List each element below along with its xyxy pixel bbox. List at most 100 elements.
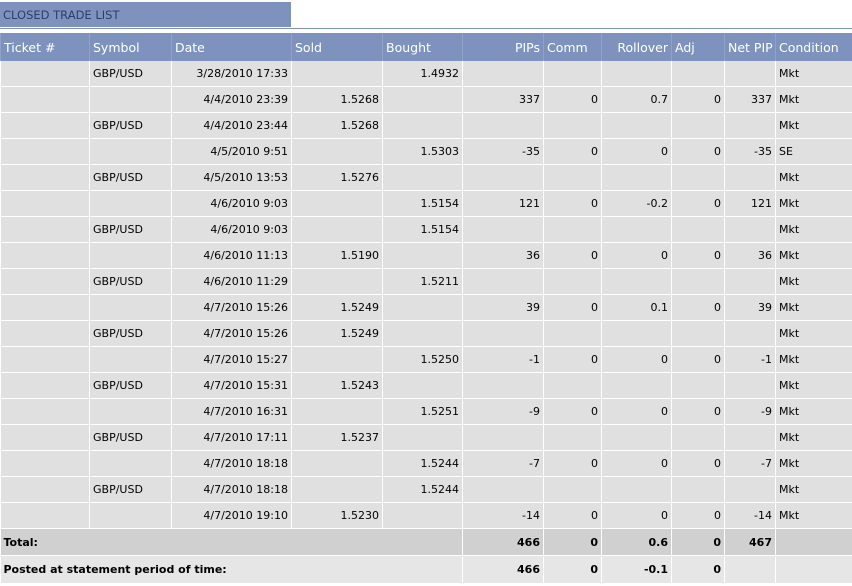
date-cell: 4/4/2010 23:44 xyxy=(171,112,292,139)
table-row[interactable]: 4/7/2010 19:10 1.5230 -14 0 0 0 -14 Mkt xyxy=(0,502,852,529)
table-row[interactable]: 4/7/2010 15:27 1.5250 -1 0 0 0 -1 Mkt xyxy=(0,346,852,373)
bought-cell: 1.5250 xyxy=(382,346,463,373)
adj-cell: 0 xyxy=(671,190,725,217)
adj-cell xyxy=(671,320,725,347)
rollover-cell: 0 xyxy=(601,502,672,529)
column-header-symbol[interactable]: Symbol xyxy=(89,33,172,61)
comm-cell xyxy=(543,112,602,139)
rollover-cell xyxy=(601,112,672,139)
table-row[interactable]: GBP/USD 4/6/2010 9:03 1.5154 Mkt xyxy=(0,216,852,243)
net-pip-cell: 36 xyxy=(724,242,776,269)
net-pip-cell: 337 xyxy=(724,86,776,113)
table-row[interactable]: GBP/USD 4/5/2010 13:53 1.5276 Mkt xyxy=(0,164,852,191)
date-cell: 4/6/2010 9:03 xyxy=(171,190,292,217)
bought-cell xyxy=(382,112,463,139)
ticket-cell xyxy=(0,86,90,113)
pips-cell: 36 xyxy=(462,242,544,269)
comm-cell: 0 xyxy=(543,190,602,217)
total-label: Total: xyxy=(0,528,463,556)
pips-cell: -14 xyxy=(462,502,544,529)
pips-cell: 121 xyxy=(462,190,544,217)
comm-cell xyxy=(543,372,602,399)
symbol-cell: GBP/USD xyxy=(89,424,172,451)
page-title: CLOSED TRADE LIST xyxy=(0,2,291,27)
table-row[interactable]: GBP/USD 4/7/2010 15:26 1.5249 Mkt xyxy=(0,320,852,347)
condition-cell: Mkt xyxy=(775,424,852,451)
symbol-cell: GBP/USD xyxy=(89,268,172,295)
ticket-cell xyxy=(0,268,90,295)
comm-cell: 0 xyxy=(543,294,602,321)
date-cell: 4/7/2010 15:26 xyxy=(171,294,292,321)
net-pip-cell xyxy=(724,268,776,295)
symbol-cell: GBP/USD xyxy=(89,112,172,139)
adj-cell xyxy=(671,424,725,451)
sold-cell: 1.5190 xyxy=(291,242,383,269)
pips-cell xyxy=(462,216,544,243)
net-pip-cell xyxy=(724,320,776,347)
posted-net-pip xyxy=(724,555,776,584)
adj-cell xyxy=(671,216,725,243)
pips-cell xyxy=(462,268,544,295)
table-row[interactable]: GBP/USD 4/7/2010 17:11 1.5237 Mkt xyxy=(0,424,852,451)
column-header-rollover[interactable]: Rollover xyxy=(601,33,672,61)
adj-cell xyxy=(671,476,725,503)
rollover-cell xyxy=(601,164,672,191)
table-row[interactable]: 4/7/2010 15:26 1.5249 39 0 0.1 0 39 Mkt xyxy=(0,294,852,321)
column-header-condition[interactable]: Condition xyxy=(775,33,852,61)
sold-cell xyxy=(291,216,383,243)
table-row[interactable]: GBP/USD 4/7/2010 15:31 1.5243 Mkt xyxy=(0,372,852,399)
bought-cell xyxy=(382,164,463,191)
column-header-date[interactable]: Date xyxy=(171,33,292,61)
symbol-cell xyxy=(89,450,172,477)
comm-cell xyxy=(543,320,602,347)
condition-cell: Mkt xyxy=(775,502,852,529)
ticket-cell xyxy=(0,502,90,529)
posted-label: Posted at statement period of time: xyxy=(0,555,463,584)
table-row[interactable]: 4/7/2010 16:31 1.5251 -9 0 0 0 -9 Mkt xyxy=(0,398,852,425)
bought-cell: 1.4932 xyxy=(382,61,463,87)
sold-cell: 1.5230 xyxy=(291,502,383,529)
symbol-cell: GBP/USD xyxy=(89,372,172,399)
table-row[interactable]: 4/4/2010 23:39 1.5268 337 0 0.7 0 337 Mkt xyxy=(0,86,852,113)
table-row[interactable]: 4/6/2010 9:03 1.5154 121 0 -0.2 0 121 Mkt xyxy=(0,190,852,217)
column-header-bought[interactable]: Bought xyxy=(382,33,463,61)
comm-cell: 0 xyxy=(543,398,602,425)
table-row[interactable]: GBP/USD 3/28/2010 17:33 1.4932 Mkt xyxy=(0,61,852,87)
bought-cell: 1.5154 xyxy=(382,190,463,217)
column-header-net-pip[interactable]: Net PIP xyxy=(724,33,776,61)
column-header-pips[interactable]: PIPs xyxy=(462,33,544,61)
column-header-adj[interactable]: Adj xyxy=(671,33,725,61)
ticket-cell xyxy=(0,320,90,347)
condition-cell: Mkt xyxy=(775,164,852,191)
table-row[interactable]: GBP/USD 4/6/2010 11:29 1.5211 Mkt xyxy=(0,268,852,295)
ticket-cell xyxy=(0,112,90,139)
table-row[interactable]: GBP/USD 4/7/2010 18:18 1.5244 Mkt xyxy=(0,476,852,503)
pips-cell xyxy=(462,320,544,347)
sold-cell xyxy=(291,450,383,477)
condition-cell: Mkt xyxy=(775,346,852,373)
table-row[interactable]: GBP/USD 4/4/2010 23:44 1.5268 Mkt xyxy=(0,112,852,139)
table-row[interactable]: 4/7/2010 18:18 1.5244 -7 0 0 0 -7 Mkt xyxy=(0,450,852,477)
sold-cell xyxy=(291,61,383,87)
ticket-cell xyxy=(0,476,90,503)
rollover-cell: 0 xyxy=(601,398,672,425)
column-header-ticket[interactable]: Ticket # xyxy=(0,33,90,61)
condition-cell: Mkt xyxy=(775,294,852,321)
rollover-cell: 0 xyxy=(601,242,672,269)
column-header-comm[interactable]: Comm xyxy=(543,33,602,61)
column-header-sold[interactable]: Sold xyxy=(291,33,383,61)
comm-cell xyxy=(543,268,602,295)
date-cell: 4/5/2010 9:51 xyxy=(171,138,292,165)
sold-cell xyxy=(291,138,383,165)
posted-row: Posted at statement period of time: 466 … xyxy=(0,555,852,584)
rollover-cell xyxy=(601,372,672,399)
table-row[interactable]: 4/5/2010 9:51 1.5303 -35 0 0 0 -35 SE xyxy=(0,138,852,165)
date-cell: 4/7/2010 16:31 xyxy=(171,398,292,425)
ticket-cell xyxy=(0,61,90,87)
sold-cell: 1.5237 xyxy=(291,424,383,451)
comm-cell xyxy=(543,164,602,191)
total-comm: 0 xyxy=(543,528,602,556)
condition-cell: Mkt xyxy=(775,476,852,503)
net-pip-cell: -9 xyxy=(724,398,776,425)
table-row[interactable]: 4/6/2010 11:13 1.5190 36 0 0 0 36 Mkt xyxy=(0,242,852,269)
